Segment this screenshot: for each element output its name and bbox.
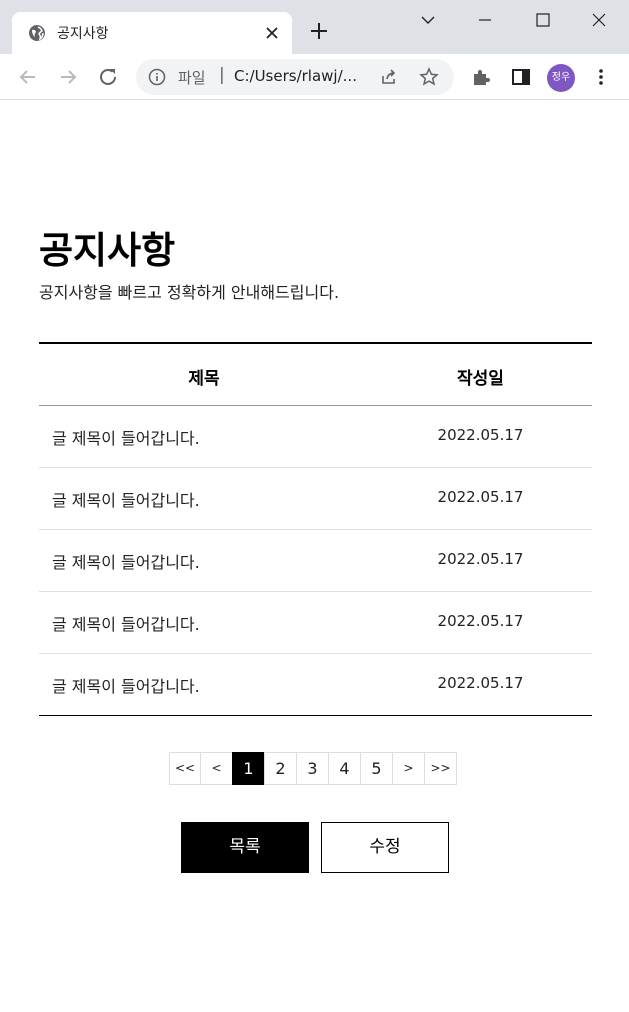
pagination: << < 1 2 3 4 5 > >> <box>169 752 457 785</box>
address-bar[interactable]: 파일 | C:/Users/rlawj/... <box>136 59 454 95</box>
address-url[interactable]: C:/Users/rlawj/... <box>234 67 357 85</box>
table-header: 제목 작성일 <box>39 342 592 406</box>
tab-search-chevron-icon[interactable] <box>416 8 440 32</box>
row-title-link[interactable]: 글 제목이 들어갑니다. <box>52 673 200 697</box>
address-separator: | <box>219 65 225 85</box>
extensions-puzzle-icon[interactable] <box>469 65 493 89</box>
browser-tabstrip: 공지사항 <box>0 0 629 54</box>
table-row[interactable]: 글 제목이 들어갑니다. 2022.05.17 <box>39 592 592 654</box>
page-last-button[interactable]: >> <box>424 752 457 785</box>
page-next-button[interactable]: > <box>392 752 425 785</box>
forward-arrow-icon[interactable] <box>56 65 80 89</box>
row-date: 2022.05.17 <box>437 426 524 444</box>
row-date: 2022.05.17 <box>437 612 524 630</box>
info-icon[interactable] <box>148 68 166 86</box>
page-prev-button[interactable]: < <box>200 752 233 785</box>
side-panel-icon[interactable] <box>509 65 533 89</box>
page-button-2[interactable]: 2 <box>264 752 297 785</box>
bookmark-star-icon[interactable] <box>419 67 439 87</box>
minimize-icon[interactable] <box>473 8 497 32</box>
page-button-4[interactable]: 4 <box>328 752 361 785</box>
row-title-link[interactable]: 글 제목이 들어갑니다. <box>52 425 200 449</box>
row-date: 2022.05.17 <box>437 674 524 692</box>
table-row[interactable]: 글 제목이 들어갑니다. 2022.05.17 <box>39 654 592 716</box>
page-first-button[interactable]: << <box>169 752 201 785</box>
table-row[interactable]: 글 제목이 들어갑니다. 2022.05.17 <box>39 468 592 530</box>
column-header-date: 작성일 <box>457 369 504 389</box>
notice-table: 제목 작성일 글 제목이 들어갑니다. 2022.05.17 글 제목이 들어갑… <box>39 342 592 716</box>
row-title-link[interactable]: 글 제목이 들어갑니다. <box>52 611 200 635</box>
row-title-link[interactable]: 글 제목이 들어갑니다. <box>52 549 200 573</box>
page-button-1[interactable]: 1 <box>232 752 265 785</box>
row-title-link[interactable]: 글 제목이 들어갑니다. <box>52 487 200 511</box>
page-button-3[interactable]: 3 <box>296 752 329 785</box>
new-tab-icon[interactable] <box>308 20 330 42</box>
list-button[interactable]: 목록 <box>181 822 309 873</box>
window-close-icon[interactable] <box>587 8 611 32</box>
reload-icon[interactable] <box>96 65 120 89</box>
more-menu-icon[interactable] <box>589 65 613 89</box>
browser-toolbar: 파일 | C:/Users/rlawj/... 정우 <box>0 54 629 100</box>
globe-icon <box>29 25 45 41</box>
table-row[interactable]: 글 제목이 들어갑니다. 2022.05.17 <box>39 406 592 468</box>
page-button-5[interactable]: 5 <box>360 752 393 785</box>
back-arrow-icon[interactable] <box>16 65 40 89</box>
row-date: 2022.05.17 <box>437 550 524 568</box>
tab-title: 공지사항 <box>57 26 109 42</box>
close-tab-icon[interactable] <box>264 25 280 41</box>
maximize-icon[interactable] <box>531 8 555 32</box>
row-date: 2022.05.17 <box>437 488 524 506</box>
profile-avatar[interactable]: 정우 <box>547 64 575 92</box>
page-subtitle: 공지사항을 빠르고 정확하게 안내해드립니다. <box>39 283 340 302</box>
browser-tab[interactable]: 공지사항 <box>12 12 292 54</box>
share-icon[interactable] <box>379 67 399 87</box>
edit-button[interactable]: 수정 <box>321 822 449 873</box>
address-scheme-label: 파일 <box>178 69 206 87</box>
table-row[interactable]: 글 제목이 들어갑니다. 2022.05.17 <box>39 530 592 592</box>
column-header-title: 제목 <box>188 369 220 389</box>
page-title: 공지사항 <box>39 229 176 272</box>
